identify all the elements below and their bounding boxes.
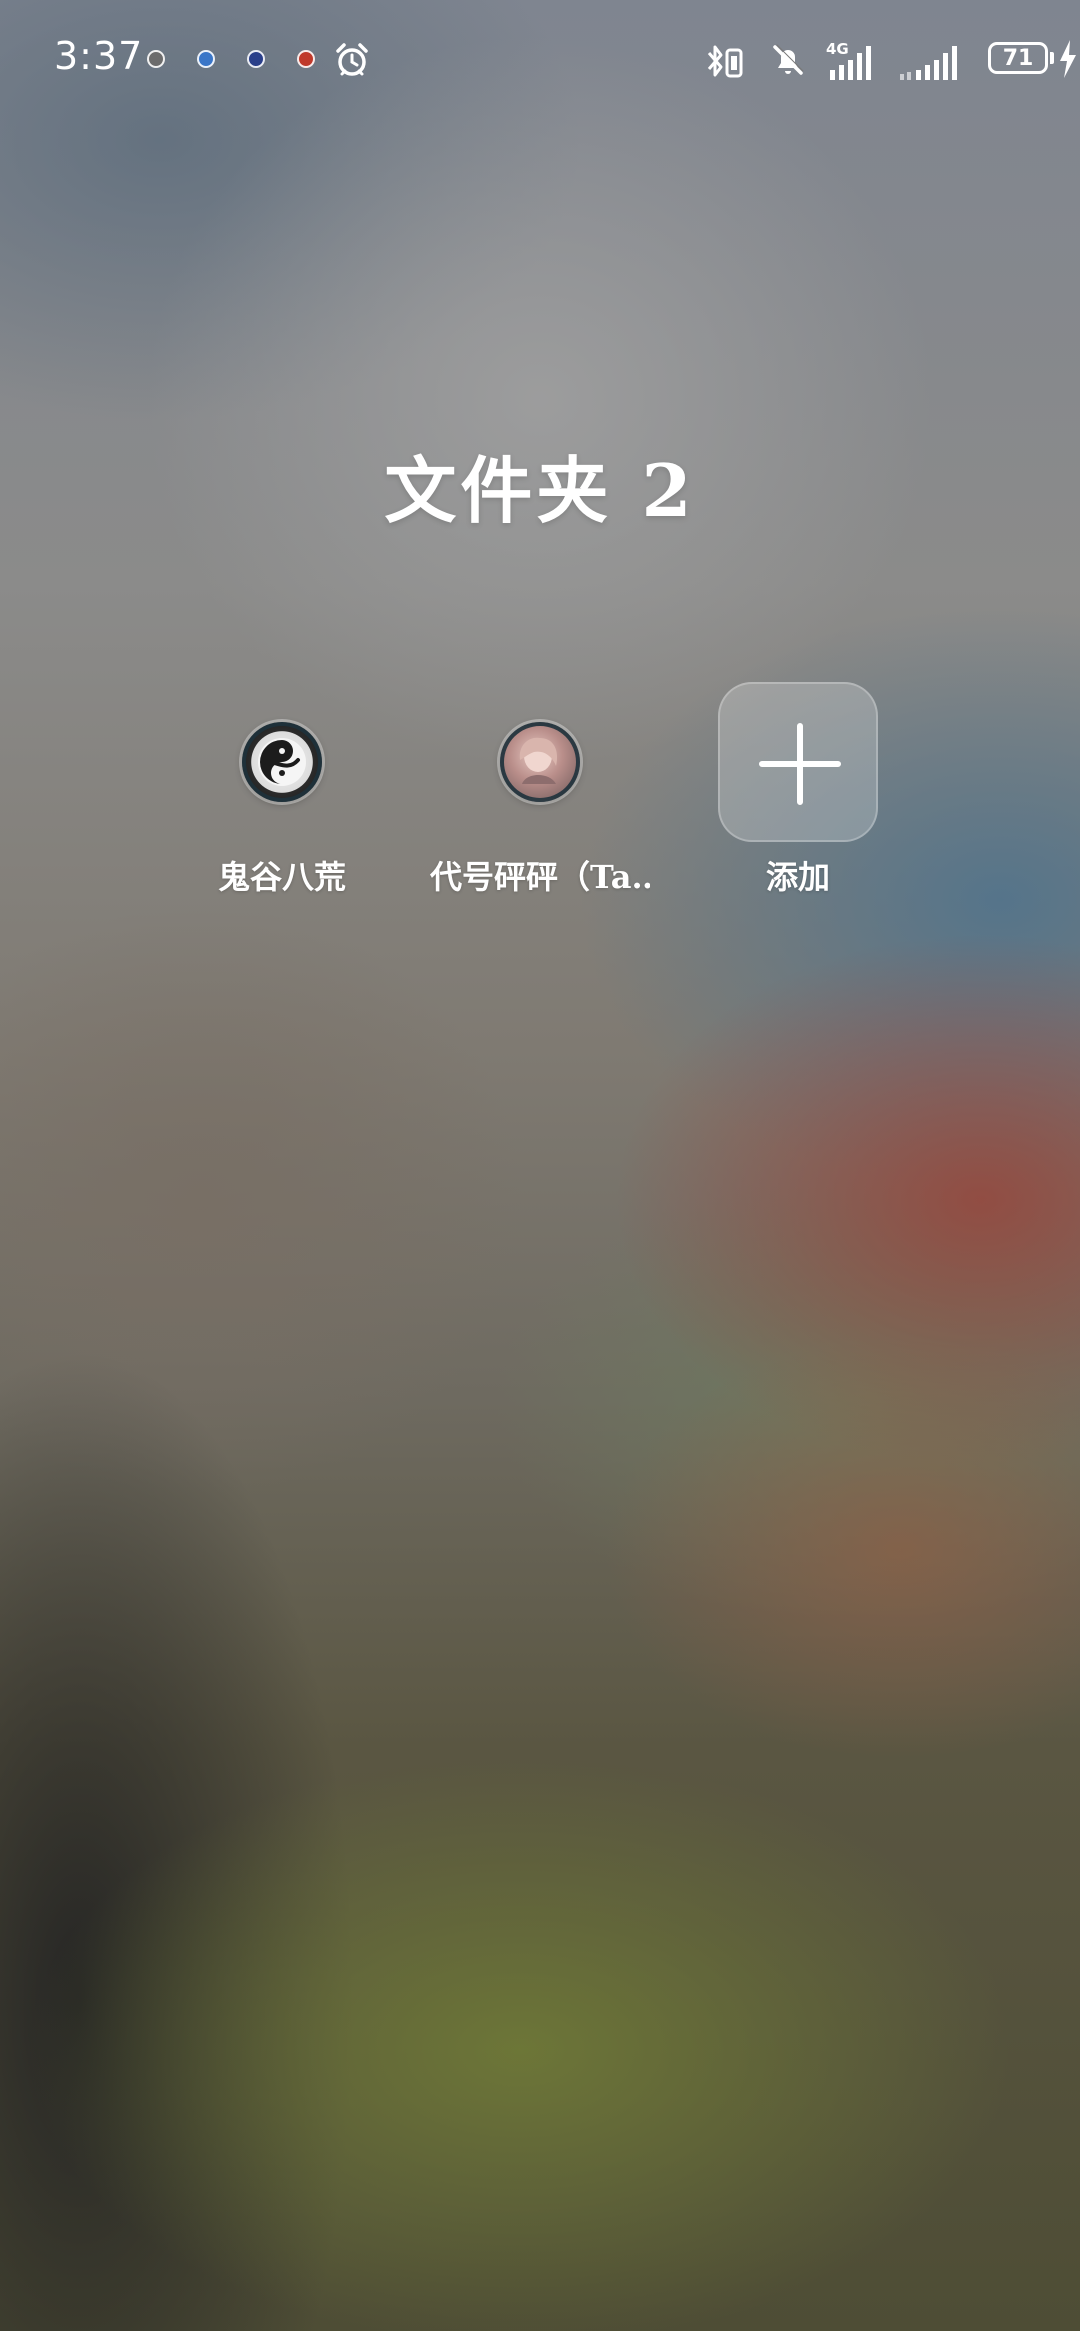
alarm-clock-icon [336,43,368,76]
signal-4g-icon: 4G [826,40,871,80]
battery-level: 71 [988,42,1048,74]
app-icon-container[interactable] [460,682,620,842]
app-notification-icon [147,50,165,68]
add-app-button[interactable]: 添加 [688,682,908,898]
app-daihao-pengpeng[interactable]: 代号砰砰（Ta‥ [430,682,650,898]
status-bar: 3:37 4G 71 [0,0,1080,120]
bell-off-icon [773,44,804,75]
add-tile-container[interactable] [718,682,878,842]
battery-tip [1050,52,1054,64]
add-label: 添加 [765,858,830,896]
signal-strength-icon [900,46,957,80]
app-icon-container[interactable] [202,682,362,842]
app-notification-icon [247,50,265,68]
battery-indicator: 71 [988,42,1054,76]
app-notification-icon [297,50,315,68]
charging-icon [1060,40,1076,78]
plus-icon [759,723,841,805]
app-label: 代号砰砰（Ta‥ [430,858,650,896]
guigu-bahuang-app-icon[interactable] [242,722,322,802]
daihao-pengpeng-app-icon[interactable] [500,722,580,802]
character-portrait-icon [519,737,558,784]
bluetooth-vibrate-icon [707,45,743,78]
app-label: 鬼谷八荒 [217,858,346,896]
folder-title[interactable]: 文件夹 2 [0,432,1080,537]
network-type-label: 4G [826,40,849,58]
app-guiguBahuang[interactable]: 鬼谷八荒 [172,682,392,898]
yin-yang-dragon-icon [258,738,306,786]
app-notification-icon [197,50,215,68]
add-tile[interactable] [718,682,878,842]
status-time: 3:37 [54,34,144,78]
